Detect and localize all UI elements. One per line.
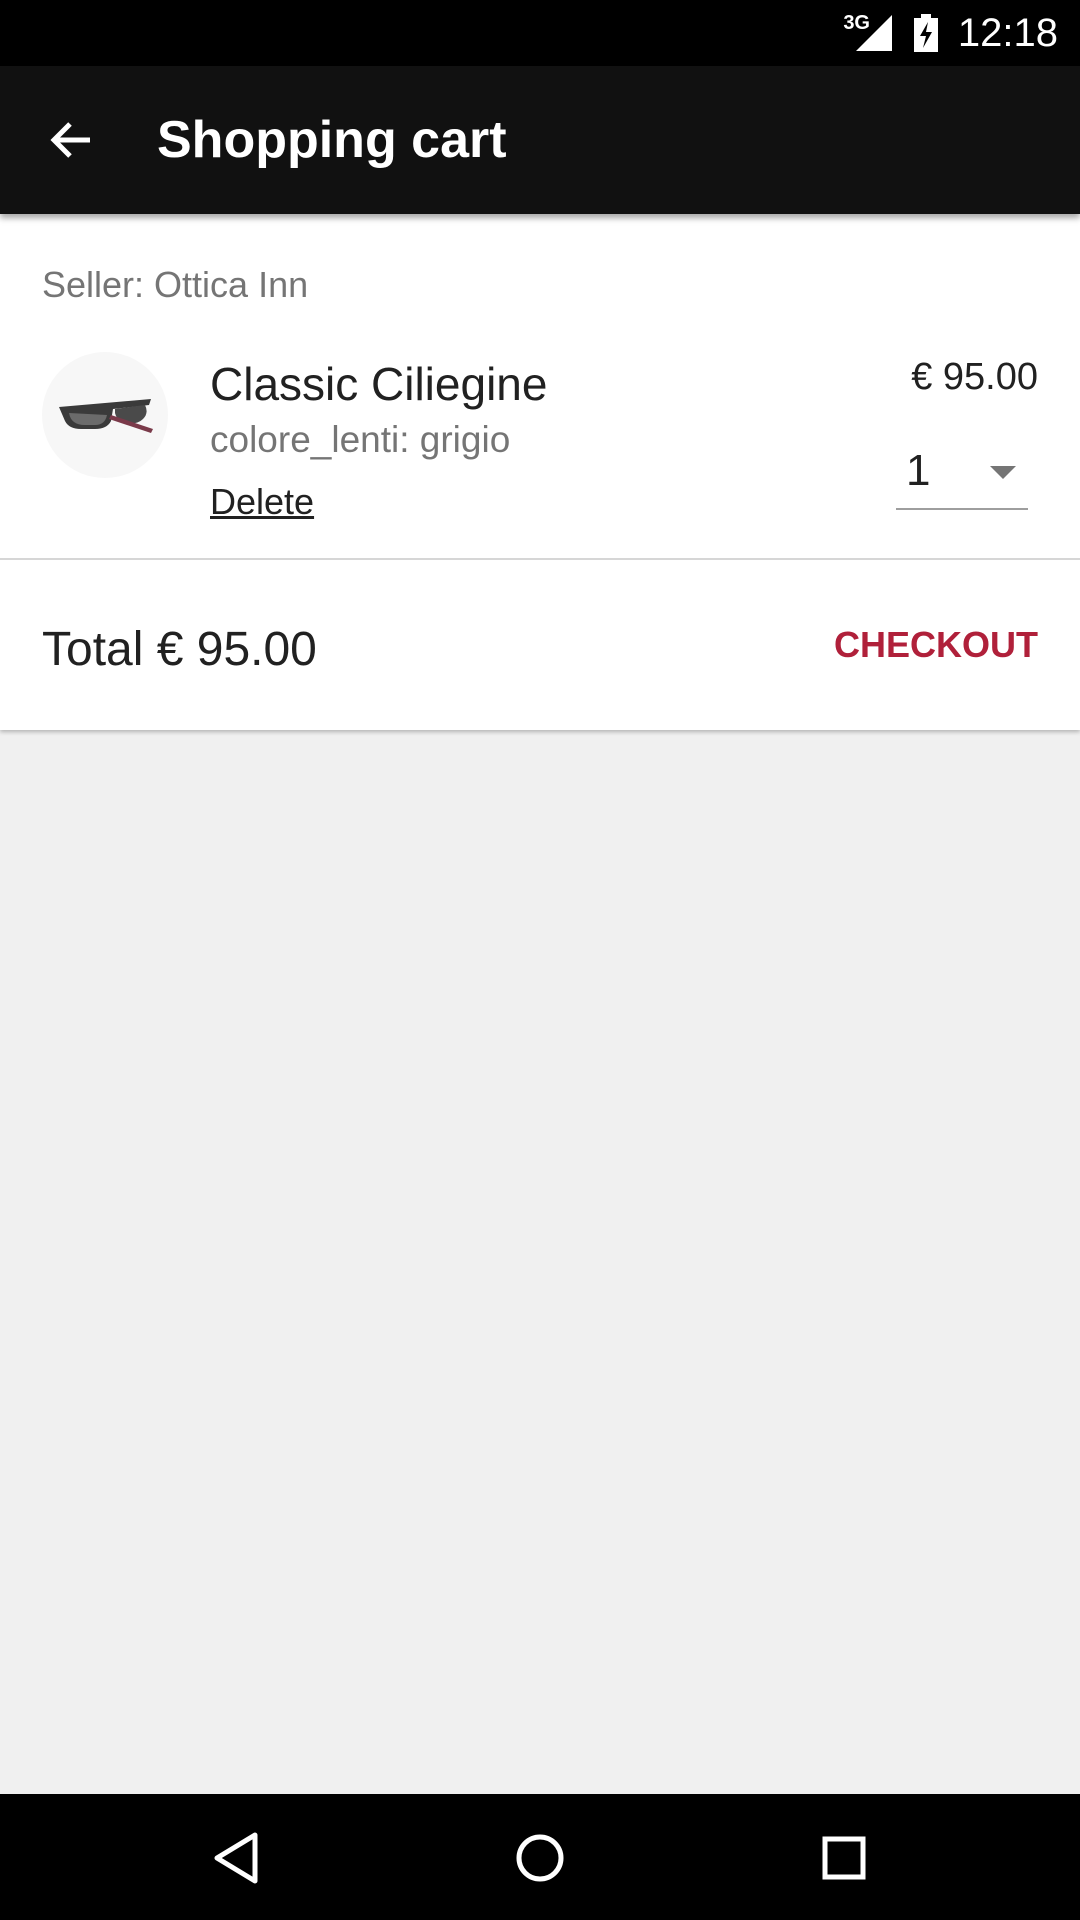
product-image[interactable] [42, 352, 168, 478]
status-bar: 3G 12:18 [0, 0, 1080, 66]
divider [0, 558, 1080, 560]
nav-home-icon [516, 1834, 564, 1882]
sunglasses-icon [59, 399, 153, 433]
product-price: € 95.00 [911, 356, 1038, 398]
seller-label: Seller: Ottica Inn [42, 264, 309, 305]
delete-link[interactable]: Delete [210, 481, 314, 523]
nav-home-button[interactable] [506, 1824, 574, 1892]
navigation-bar [0, 1794, 1080, 1920]
quantity-value: 1 [906, 446, 931, 495]
nav-back-button[interactable] [202, 1824, 270, 1892]
chevron-down-icon [990, 466, 1016, 479]
total-label: Total € 95.00 [42, 623, 317, 676]
nav-back-icon [214, 1832, 258, 1884]
page-title: Shopping cart [157, 111, 507, 169]
nav-recents-icon [822, 1836, 866, 1880]
back-button[interactable] [32, 104, 112, 176]
product-variant: colore_lenti: grigio [210, 419, 511, 460]
clock: 12:18 [957, 10, 1058, 55]
product-name[interactable]: Classic Ciliegine [210, 357, 547, 411]
quantity-dropdown[interactable]: 1 [896, 442, 1028, 510]
arrow-back-icon [50, 122, 90, 158]
signal-icon [855, 15, 892, 51]
checkout-button[interactable]: CHECKOUT [834, 624, 1038, 666]
cart-card: Seller: Ottica Inn Classic Ciliegine col… [0, 214, 1080, 730]
app-bar: Shopping cart [0, 66, 1080, 214]
battery-charging-icon [913, 14, 938, 52]
nav-recents-button[interactable] [810, 1824, 878, 1892]
